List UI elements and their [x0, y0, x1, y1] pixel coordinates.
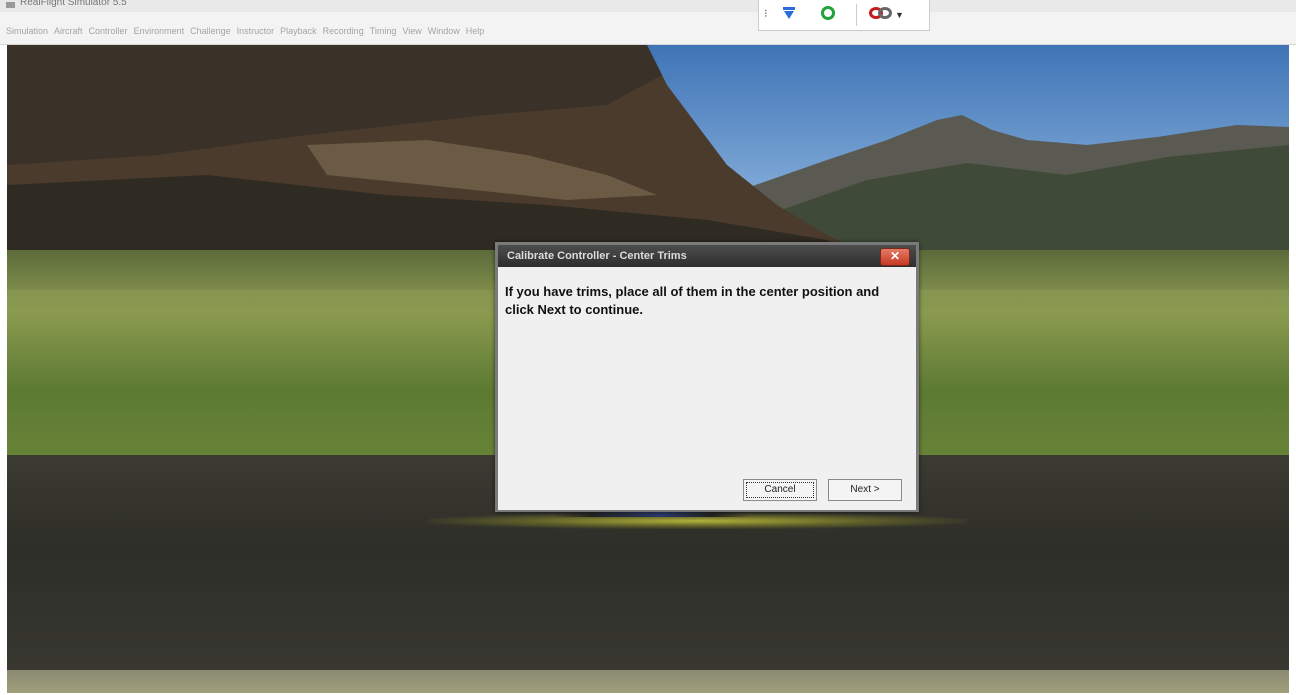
title-bar: RealFlight Simulator 5.5	[0, 0, 1296, 12]
dialog-title: Calibrate Controller - Center Trims	[507, 250, 687, 262]
toolbar: ⁝ ▼	[758, 0, 930, 31]
menu-aircraft[interactable]: Aircraft	[54, 26, 83, 36]
app-title: RealFlight Simulator 5.5	[20, 0, 127, 8]
download-icon[interactable]	[779, 5, 799, 23]
menu-window[interactable]: Window	[428, 26, 460, 36]
menu-controller[interactable]: Controller	[89, 26, 128, 36]
menu-environment[interactable]: Environment	[134, 26, 185, 36]
menu-simulation[interactable]: Simulation	[6, 26, 48, 36]
menu-view[interactable]: View	[402, 26, 421, 36]
menu-timing[interactable]: Timing	[370, 26, 397, 36]
menu-challenge[interactable]: Challenge	[190, 26, 231, 36]
menu-instructor[interactable]: Instructor	[237, 26, 275, 36]
close-icon: ✕	[890, 249, 901, 263]
aircraft-icon[interactable]: ▼	[867, 5, 905, 23]
runway-edge	[7, 670, 1289, 693]
menu-recording[interactable]: Recording	[323, 26, 364, 36]
menu-list: Simulation Aircraft Controller Environme…	[6, 26, 484, 36]
dialog-message: If you have trims, place all of them in …	[505, 284, 880, 317]
toolbar-divider	[856, 4, 857, 26]
reset-icon[interactable]	[819, 5, 839, 23]
menu-bar: Simulation Aircraft Controller Environme…	[0, 12, 1296, 45]
calibrate-dialog: Calibrate Controller - Center Trims ✕ If…	[495, 242, 919, 512]
dialog-body: If you have trims, place all of them in …	[498, 267, 916, 510]
next-button[interactable]: Next >	[828, 479, 902, 501]
menu-help[interactable]: Help	[466, 26, 485, 36]
toolbar-grip-icon[interactable]: ⁝	[764, 7, 768, 20]
app-icon	[6, 2, 15, 8]
menu-playback[interactable]: Playback	[280, 26, 317, 36]
cancel-button[interactable]: Cancel	[743, 479, 817, 501]
close-button[interactable]: ✕	[880, 248, 910, 266]
dialog-title-bar[interactable]: Calibrate Controller - Center Trims ✕	[498, 245, 916, 267]
